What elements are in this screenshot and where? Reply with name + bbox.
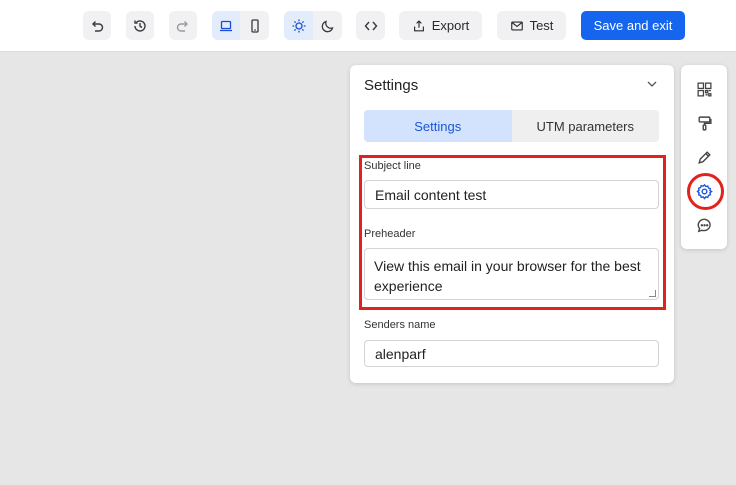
test-label: Test xyxy=(529,18,554,33)
undo-button[interactable] xyxy=(83,11,111,40)
highlight-circle xyxy=(687,173,724,210)
history-icon xyxy=(134,19,146,32)
code-view-button[interactable] xyxy=(356,11,385,40)
senders-name-label: Senders name xyxy=(364,319,436,331)
dark-mode-button[interactable] xyxy=(313,11,342,40)
tab-utm-parameters[interactable]: UTM parameters xyxy=(512,110,660,142)
history-button[interactable] xyxy=(126,11,154,40)
moon-icon xyxy=(321,20,333,32)
phone-icon xyxy=(250,18,259,33)
export-button[interactable]: Export xyxy=(399,11,482,40)
blocks-tool-button[interactable] xyxy=(693,78,715,100)
redo-button[interactable] xyxy=(169,11,197,40)
settings-tabs: Settings UTM parameters xyxy=(364,110,659,142)
test-button[interactable]: Test xyxy=(497,11,566,40)
panel-title: Settings xyxy=(364,77,419,94)
undo-icon xyxy=(92,20,104,32)
mobile-view-button[interactable] xyxy=(240,11,269,40)
senders-name-input[interactable]: alenparf xyxy=(364,340,659,367)
edit-tool-button[interactable] xyxy=(693,146,715,168)
desktop-view-button[interactable] xyxy=(212,11,240,40)
export-icon xyxy=(413,19,424,31)
chat-bubble-icon xyxy=(697,218,711,232)
redo-icon xyxy=(176,20,188,32)
tab-settings[interactable]: Settings xyxy=(364,110,512,142)
highlight-box xyxy=(359,155,666,310)
export-label: Export xyxy=(431,18,470,33)
chevron-down-icon[interactable] xyxy=(646,78,658,90)
style-tool-button[interactable] xyxy=(693,112,715,134)
top-toolbar: Export Test Save and exit xyxy=(0,0,736,52)
qr-code-icon xyxy=(696,81,712,97)
paint-roller-icon xyxy=(697,115,712,131)
senders-name-value: alenparf xyxy=(375,345,426,362)
save-and-exit-button[interactable]: Save and exit xyxy=(581,11,685,40)
side-toolbar xyxy=(681,65,727,249)
pencil-icon xyxy=(697,150,711,164)
envelope-icon xyxy=(510,20,523,31)
light-mode-button[interactable] xyxy=(284,11,313,40)
code-icon xyxy=(364,21,377,30)
sun-icon xyxy=(292,19,305,32)
comments-tool-button[interactable] xyxy=(693,214,715,236)
laptop-icon xyxy=(220,20,232,31)
